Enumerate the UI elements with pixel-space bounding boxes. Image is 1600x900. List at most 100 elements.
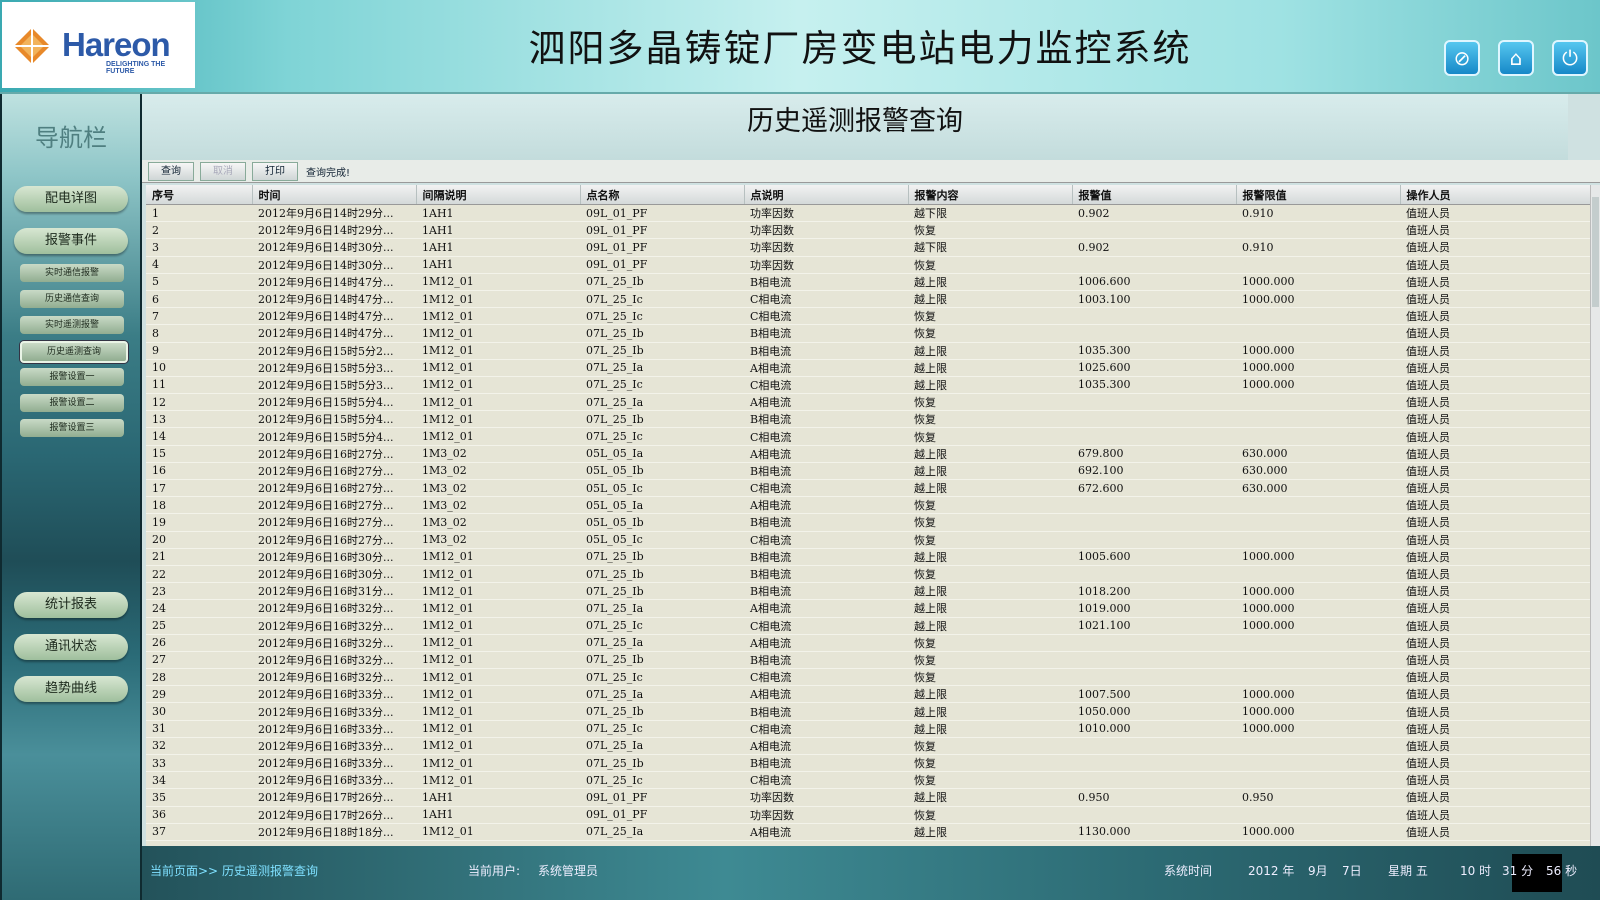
- table-row[interactable]: 24 2012年9月6日16时32分... 1M12_01 07L_25_Ia A相电流…: [146, 599, 1590, 618]
- nav-button-distribution-detail[interactable]: 配电详图: [14, 186, 128, 212]
- table-cell: A相电流: [744, 445, 908, 463]
- table-row[interactable]: 32 2012年9月6日16时33分... 1M12_01 07L_25_Ia A相电流…: [146, 737, 1590, 756]
- table-row[interactable]: 35 2012年9月6日17时26分... 1AH1 09L_01_PF 功率因数 越上限…: [146, 788, 1590, 807]
- column-header[interactable]: 点名称: [580, 185, 745, 205]
- time-weekday: 星期 五: [1388, 864, 1428, 878]
- nav-sub-alarm-setting-3[interactable]: 报警设置三: [20, 419, 124, 437]
- table-row[interactable]: 20 2012年9月6日16时27分... 1M3_02 05L_05_Ic C相电流恢…: [146, 531, 1590, 549]
- table-cell: 2012年9月6日14时29分...: [252, 204, 416, 223]
- table-row[interactable]: 2 2012年9月6日14时29分... 1AH1 09L_01_PF 功率因数 恢复 值班…: [146, 221, 1590, 240]
- table-cell: 8: [146, 324, 252, 343]
- table-row[interactable]: 30 2012年9月6日16时33分... 1M12_01 07L_25_Ib B相电流…: [146, 702, 1590, 721]
- table-row[interactable]: 34 2012年9月6日16时33分... 1M12_01 07L_25_Ic C相电流…: [146, 771, 1590, 790]
- table-row[interactable]: 21 2012年9月6日16时30分... 1M12_01 07L_25_Ib B相电流…: [146, 548, 1590, 566]
- table-row[interactable]: 11 2012年9月6日15时5分3... 1M12_01 07L_25_Ic C相电流…: [146, 376, 1590, 395]
- table-cell: 值班人员: [1400, 221, 1590, 240]
- nav-sub-realtime-comm-alarm[interactable]: 实时通信报警: [20, 264, 124, 282]
- table-row[interactable]: 19 2012年9月6日16时27分... 1M3_02 05L_05_Ib B相电流恢…: [146, 513, 1590, 532]
- nav-sub-alarm-setting-1[interactable]: 报警设置一: [20, 368, 124, 386]
- table-row[interactable]: 14 2012年9月6日15时5分4... 1M12_01 07L_25_Ic C相电流…: [146, 427, 1590, 446]
- table-row[interactable]: 5 2012年9月6日14时47分... 1M12_01 07L_25_Ib B相电流越…: [146, 273, 1590, 291]
- nav-sub-history-telemetry-query[interactable]: 历史遥测查询: [20, 341, 128, 363]
- table-cell: 17: [146, 479, 252, 498]
- table-cell: B相电流: [744, 702, 908, 721]
- nav-button-trend-curve[interactable]: 趋势曲线: [14, 676, 128, 702]
- table-row[interactable]: 22 2012年9月6日16时30分... 1M12_01 07L_25_Ib B相电流…: [146, 565, 1590, 584]
- table-row[interactable]: 7 2012年9月6日14时47分... 1M12_01 07L_25_Ic C相电流恢…: [146, 307, 1590, 326]
- table-row[interactable]: 15 2012年9月6日16时27分... 1M3_02 05L_05_Ia A相电流越…: [146, 445, 1590, 463]
- cancel-button[interactable]: 取消: [200, 161, 246, 181]
- table-row[interactable]: 9 2012年9月6日15时5分2... 1M12_01 07L_25_Ib B相电流越…: [146, 342, 1590, 360]
- table-row[interactable]: 37 2012年9月6日18时18分... 1M12_01 07L_25_Ia A相电流…: [146, 823, 1590, 841]
- column-header[interactable]: 序号: [146, 185, 253, 205]
- table-row[interactable]: 16 2012年9月6日16时27分... 1M3_02 05L_05_Ib B相电流越…: [146, 462, 1590, 481]
- table-row[interactable]: 17 2012年9月6日16时27分... 1M3_02 05L_05_Ic C相电流越…: [146, 479, 1590, 498]
- table-row[interactable]: 10 2012年9月6日15时5分3... 1M12_01 07L_25_Ia A相电流…: [146, 359, 1590, 377]
- table-cell: 1M3_02: [416, 445, 580, 463]
- table-cell: 07L_25_Ib: [580, 342, 744, 360]
- table-row[interactable]: 6 2012年9月6日14时47分... 1M12_01 07L_25_Ic C相电流越…: [146, 290, 1590, 309]
- nav-sub-realtime-telemetry-alarm[interactable]: 实时遥测报警: [20, 316, 124, 334]
- table-cell: 恢复: [908, 565, 1072, 584]
- table-row[interactable]: 26 2012年9月6日16时32分... 1M12_01 07L_25_Ia A相电流…: [146, 634, 1590, 652]
- table-row[interactable]: 12 2012年9月6日15时5分4... 1M12_01 07L_25_Ia A相电流…: [146, 393, 1590, 412]
- table-cell: 2012年9月6日16时32分...: [252, 668, 416, 687]
- table-row[interactable]: 18 2012年9月6日16时27分... 1M3_02 05L_05_Ia A相电流恢…: [146, 496, 1590, 515]
- table-row[interactable]: 3 2012年9月6日14时30分... 1AH1 09L_01_PF 功率因数 越下限 0…: [146, 238, 1590, 257]
- table-cell: [1072, 737, 1236, 756]
- column-header[interactable]: 时间: [252, 185, 417, 205]
- table-cell: 值班人员: [1400, 823, 1590, 841]
- table-cell: [1236, 754, 1400, 773]
- column-header[interactable]: 操作人员: [1400, 185, 1590, 205]
- table-row[interactable]: 1 2012年9月6日14时29分... 1AH1 09L_01_PF 功率因数 越下限 0…: [146, 204, 1590, 223]
- nav-sub-history-comm-query[interactable]: 历史通信查询: [20, 290, 124, 308]
- table-cell: 07L_25_Ia: [580, 685, 744, 704]
- table-row[interactable]: 8 2012年9月6日14时47分... 1M12_01 07L_25_Ib B相电流恢…: [146, 324, 1590, 343]
- print-button[interactable]: 打印: [252, 161, 298, 181]
- table-cell: 1035.300: [1072, 342, 1236, 360]
- table-cell: 630.000: [1236, 445, 1400, 463]
- table-cell: 2012年9月6日15时5分4...: [252, 427, 416, 446]
- table-cell: [1072, 427, 1236, 446]
- table-row[interactable]: 23 2012年9月6日16时31分... 1M12_01 07L_25_Ib B相电流…: [146, 582, 1590, 601]
- column-header[interactable]: 报警内容: [908, 185, 1073, 205]
- table-row[interactable]: 36 2012年9月6日17时26分... 1AH1 09L_01_PF 功率因数 恢复 值…: [146, 806, 1590, 824]
- nav-button-alarm-events[interactable]: 报警事件: [14, 228, 128, 254]
- query-button[interactable]: 查询: [148, 161, 194, 181]
- table-cell: A相电流: [744, 634, 908, 652]
- table-cell: 恢复: [908, 513, 1072, 532]
- table-cell: 1000.000: [1236, 823, 1400, 841]
- power-icon[interactable]: ⏻: [1552, 40, 1588, 76]
- table-cell: 值班人员: [1400, 806, 1590, 824]
- table-cell: 值班人员: [1400, 324, 1590, 343]
- table-cell: 恢复: [908, 307, 1072, 326]
- table-row[interactable]: 29 2012年9月6日16时33分... 1M12_01 07L_25_Ia A相电流…: [146, 685, 1590, 704]
- table-row[interactable]: 27 2012年9月6日16时32分... 1M12_01 07L_25_Ib B相电流…: [146, 651, 1590, 670]
- column-header[interactable]: 报警限值: [1236, 185, 1401, 205]
- table-row[interactable]: 31 2012年9月6日16时33分... 1M12_01 07L_25_Ic C相电流…: [146, 720, 1590, 738]
- table-cell: C相电流: [744, 427, 908, 446]
- table-cell: 2012年9月6日18时18分...: [252, 823, 416, 841]
- table-row[interactable]: 13 2012年9月6日15时5分4... 1M12_01 07L_25_Ib B相电流…: [146, 410, 1590, 429]
- vertical-scrollbar[interactable]: [1590, 185, 1600, 847]
- table-cell: 1AH1: [416, 221, 580, 240]
- column-header[interactable]: 报警值: [1072, 185, 1237, 205]
- nav-button-comm-status[interactable]: 通讯状态: [14, 634, 128, 660]
- table-row[interactable]: 28 2012年9月6日16时32分... 1M12_01 07L_25_Ic C相电流…: [146, 668, 1590, 687]
- table-row[interactable]: 33 2012年9月6日16时33分... 1M12_01 07L_25_Ib B相电流…: [146, 754, 1590, 773]
- table-row[interactable]: 25 2012年9月6日16时32分... 1M12_01 07L_25_Ic C相电流…: [146, 617, 1590, 635]
- table-cell: 07L_25_Ic: [580, 376, 744, 395]
- table-cell: 值班人员: [1400, 754, 1590, 773]
- cancel-icon[interactable]: ⊘: [1444, 40, 1480, 76]
- table-cell: [1072, 754, 1236, 773]
- column-header[interactable]: 点说明: [744, 185, 909, 205]
- nav-button-statistics-report[interactable]: 统计报表: [14, 592, 128, 618]
- table-cell: 30: [146, 702, 252, 721]
- nav-sub-alarm-setting-2[interactable]: 报警设置二: [20, 394, 124, 412]
- scrollbar-thumb[interactable]: [1592, 197, 1599, 307]
- home-icon[interactable]: ⌂: [1498, 40, 1534, 76]
- column-header[interactable]: 间隔说明: [416, 185, 581, 205]
- table-cell: 2012年9月6日15时5分4...: [252, 410, 416, 429]
- table-cell: [1236, 737, 1400, 756]
- table-row[interactable]: 4 2012年9月6日14时30分... 1AH1 09L_01_PF 功率因数 恢复 值班…: [146, 256, 1590, 274]
